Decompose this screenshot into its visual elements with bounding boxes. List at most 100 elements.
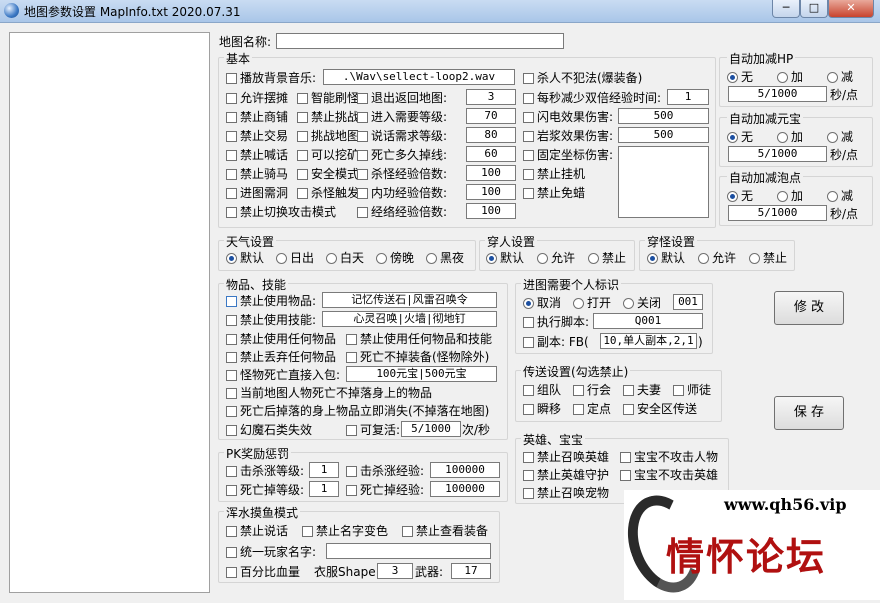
lava-damage-input[interactable]: 500 xyxy=(618,127,709,143)
no-drop-on-death-checkbox[interactable]: 当前地图人物死亡不掉落身上的物品 xyxy=(226,386,432,400)
weather-dusk-radio[interactable]: 傍晚 xyxy=(376,251,414,265)
yb-sub-radio[interactable]: 减 xyxy=(827,130,853,144)
fish-forbid-name-color-checkbox[interactable]: 禁止名字变色 xyxy=(302,524,388,538)
return-map-checkbox[interactable]: 退出返回地图: xyxy=(357,91,447,105)
kill-level-up-checkbox[interactable]: 击杀涨等级: xyxy=(226,464,304,478)
pet-no-attack-player-checkbox[interactable]: 宝宝不攻击人物 xyxy=(620,450,718,464)
monster-drop-bag-checkbox[interactable]: 怪物死亡直接入包: xyxy=(226,368,340,382)
fish-percent-hp-checkbox[interactable]: 百分比血量 xyxy=(226,565,300,579)
safe-mode-checkbox[interactable]: 安全模式 xyxy=(297,167,359,181)
drop-vanish-checkbox[interactable]: 死亡后掉落的身上物品立即消失(不掉落在地图) xyxy=(226,404,489,418)
allow-stall-checkbox[interactable]: 允许摆摊 xyxy=(226,91,288,105)
teleport-fixed-checkbox[interactable]: 定点 xyxy=(573,402,611,416)
pd-add-radio[interactable]: 加 xyxy=(777,189,803,203)
forbid-summon-pet-checkbox[interactable]: 禁止召唤宠物 xyxy=(523,486,609,500)
modify-button[interactable]: 修 改 xyxy=(774,291,844,325)
double-exp-checkbox[interactable]: 每秒减少双倍经验时间: xyxy=(523,91,661,105)
monster-drop-bag-input[interactable]: 100元宝|500元宝 xyxy=(346,366,497,382)
kill-level-up-input[interactable]: 1 xyxy=(309,462,339,478)
fixed-damage-textarea[interactable] xyxy=(618,146,709,218)
forbid-any-item-skill-checkbox[interactable]: 禁止使用任何物品和技能 xyxy=(346,332,492,346)
music-file-input[interactable]: .\Wav\sellect-loop2.wav xyxy=(323,69,515,85)
forbid-shout-checkbox[interactable]: 禁止喊话 xyxy=(226,148,288,162)
fish-unify-name-checkbox[interactable]: 统一玩家名字: xyxy=(226,545,316,559)
pd-rate-input[interactable]: 5/1000 xyxy=(728,205,827,221)
pass-monster-default-radio[interactable]: 默认 xyxy=(647,251,685,265)
mark-close-radio[interactable]: 关闭 xyxy=(623,296,661,310)
forbid-item-input[interactable]: 记忆传送石|风雷召唤令 xyxy=(322,292,497,308)
teleport-blink-checkbox[interactable]: 瞬移 xyxy=(523,402,561,416)
magic-stone-invalid-checkbox[interactable]: 幻魔石类失效 xyxy=(226,423,312,437)
kill-exp-up-input[interactable]: 100000 xyxy=(430,462,500,478)
kill-exp-input[interactable]: 100 xyxy=(466,165,516,181)
forbid-trade-checkbox[interactable]: 禁止交易 xyxy=(226,129,288,143)
speak-level-input[interactable]: 80 xyxy=(466,127,516,143)
forbid-hero-guard-checkbox[interactable]: 禁止英雄守护 xyxy=(523,468,609,482)
mark-open-radio[interactable]: 打开 xyxy=(573,296,611,310)
challenge-map-checkbox[interactable]: 挑战地图 xyxy=(297,129,359,143)
kill-trigger-checkbox[interactable]: 杀怪触发 xyxy=(297,186,359,200)
double-exp-input[interactable]: 1 xyxy=(667,89,709,105)
enter-level-input[interactable]: 70 xyxy=(466,108,516,124)
fish-forbid-view-equip-checkbox[interactable]: 禁止查看装备 xyxy=(402,524,488,538)
play-music-checkbox[interactable]: 播放背景音乐: xyxy=(226,71,316,85)
enter-level-checkbox[interactable]: 进入需要等级: xyxy=(357,110,447,124)
enter-need-hole-checkbox[interactable]: 进图需洞 xyxy=(226,186,288,200)
teleport-couple-checkbox[interactable]: 夫妻 xyxy=(623,383,661,397)
map-list[interactable] xyxy=(9,32,210,593)
forbid-item-checkbox[interactable]: 禁止使用物品: xyxy=(226,294,316,308)
weather-day-radio[interactable]: 白天 xyxy=(326,251,364,265)
forbid-summon-hero-checkbox[interactable]: 禁止召唤英雄 xyxy=(523,450,609,464)
weather-night-radio[interactable]: 黑夜 xyxy=(426,251,464,265)
meridian-exp-checkbox[interactable]: 经络经验倍数: xyxy=(357,205,447,219)
fish-unify-name-input[interactable] xyxy=(326,543,491,559)
hp-none-radio[interactable]: 无 xyxy=(727,70,753,84)
smart-spawn-checkbox[interactable]: 智能刷怪 xyxy=(297,91,359,105)
flash-damage-checkbox[interactable]: 闪电效果伤害: xyxy=(523,110,613,124)
mark-cancel-radio[interactable]: 取消 xyxy=(523,296,561,310)
pass-player-forbid-radio[interactable]: 禁止 xyxy=(588,251,626,265)
death-no-drop-checkbox[interactable]: 死亡不掉装备(怪物除外) xyxy=(346,350,489,364)
hp-add-radio[interactable]: 加 xyxy=(777,70,803,84)
run-script-checkbox[interactable]: 执行脚本: xyxy=(523,315,589,329)
forbid-drop-checkbox[interactable]: 禁止丢弃任何物品 xyxy=(226,350,336,364)
return-map-input[interactable]: 3 xyxy=(466,89,516,105)
forbid-skill-checkbox[interactable]: 禁止使用技能: xyxy=(226,313,316,327)
pk-immune-checkbox[interactable]: 杀人不犯法(爆装备) xyxy=(523,71,642,85)
yb-none-radio[interactable]: 无 xyxy=(727,130,753,144)
can-mine-checkbox[interactable]: 可以挖矿 xyxy=(297,148,359,162)
maximize-button[interactable]: □ xyxy=(800,0,828,18)
instance-input[interactable]: 10,单人副本,2,1 xyxy=(600,333,697,349)
revive-checkbox[interactable]: 可复活: xyxy=(346,423,400,437)
kill-exp-checkbox[interactable]: 杀怪经验倍数: xyxy=(357,167,447,181)
forbid-any-item-checkbox[interactable]: 禁止使用任何物品 xyxy=(226,332,336,346)
fish-shape-input[interactable]: 3 xyxy=(377,563,413,579)
hp-sub-radio[interactable]: 减 xyxy=(827,70,853,84)
run-script-input[interactable]: Q001 xyxy=(593,313,703,329)
weather-sunrise-radio[interactable]: 日出 xyxy=(276,251,314,265)
pet-no-attack-hero-checkbox[interactable]: 宝宝不攻击英雄 xyxy=(620,468,718,482)
teleport-master-checkbox[interactable]: 师徒 xyxy=(673,383,711,397)
death-exp-down-input[interactable]: 100000 xyxy=(430,481,500,497)
yb-rate-input[interactable]: 5/1000 xyxy=(728,146,827,162)
death-offline-input[interactable]: 60 xyxy=(466,146,516,162)
flash-damage-input[interactable]: 500 xyxy=(618,108,709,124)
kill-exp-up-checkbox[interactable]: 击杀涨经验: xyxy=(346,464,424,478)
forbid-candle-checkbox[interactable]: 禁止免蜡 xyxy=(523,186,585,200)
forbid-skill-input[interactable]: 心灵召唤|火墙|彻地钉 xyxy=(322,311,497,327)
teleport-team-checkbox[interactable]: 组队 xyxy=(523,383,561,397)
inner-exp-checkbox[interactable]: 内功经验倍数: xyxy=(357,186,447,200)
mark-value-input[interactable]: 001 xyxy=(673,294,703,310)
pass-monster-allow-radio[interactable]: 允许 xyxy=(698,251,736,265)
fish-weapon-input[interactable]: 17 xyxy=(451,563,491,579)
pd-sub-radio[interactable]: 减 xyxy=(827,189,853,203)
close-button[interactable]: ✕ xyxy=(828,0,874,18)
weather-default-radio[interactable]: 默认 xyxy=(226,251,264,265)
forbid-attack-mode-checkbox[interactable]: 禁止切换攻击模式 xyxy=(226,205,336,219)
teleport-safezone-checkbox[interactable]: 安全区传送 xyxy=(623,402,697,416)
forbid-shop-checkbox[interactable]: 禁止商铺 xyxy=(226,110,288,124)
revive-input[interactable]: 5/1000 xyxy=(401,421,461,437)
yb-add-radio[interactable]: 加 xyxy=(777,130,803,144)
lava-damage-checkbox[interactable]: 岩浆效果伤害: xyxy=(523,129,613,143)
death-offline-checkbox[interactable]: 死亡多久掉线: xyxy=(357,148,447,162)
